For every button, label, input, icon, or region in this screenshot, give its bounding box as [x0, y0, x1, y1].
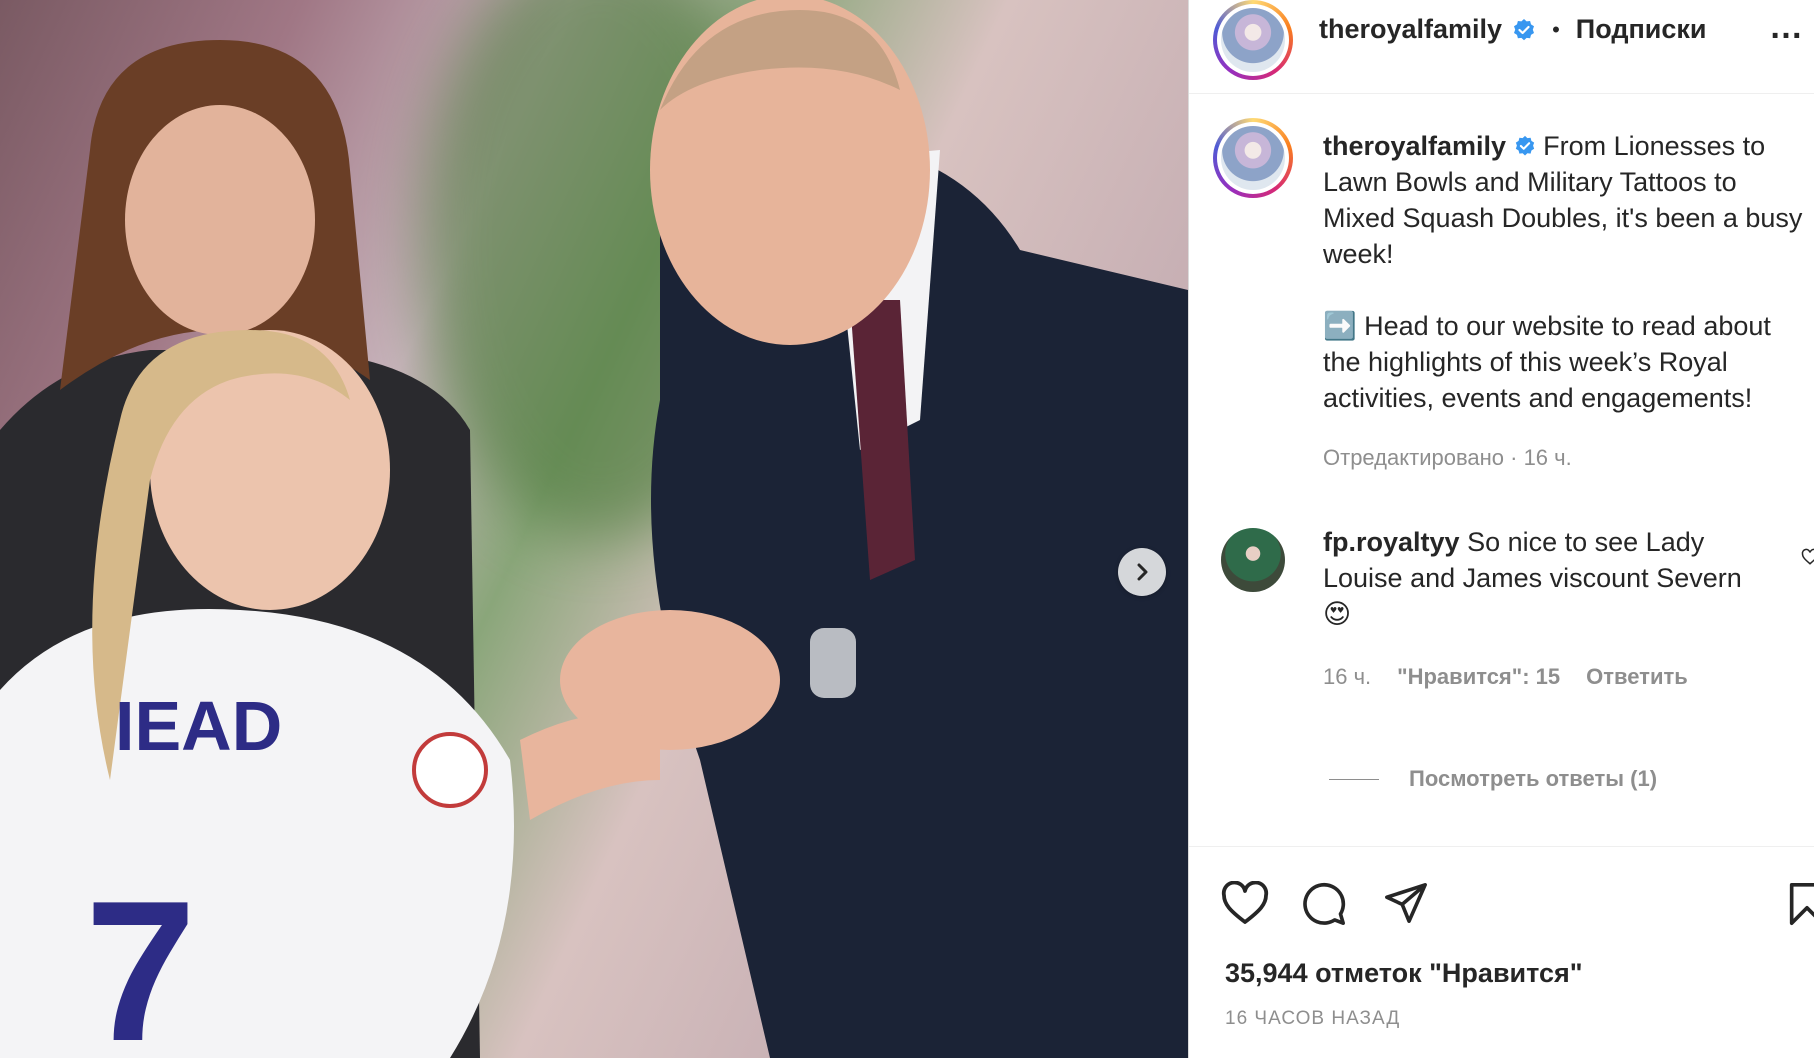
- comment-like-icon[interactable]: [1801, 548, 1814, 566]
- chevron-right-icon: [1137, 563, 1148, 581]
- share-icon[interactable]: [1383, 881, 1429, 925]
- comment-time: 16 ч.: [1323, 664, 1372, 689]
- post-time-ago: 16 ЧАСОВ НАЗАД: [1225, 1008, 1401, 1029]
- comment-reply-button[interactable]: Ответить: [1586, 664, 1688, 690]
- comment-username[interactable]: fp.royaltyy: [1323, 527, 1460, 557]
- caption-author-avatar[interactable]: [1213, 118, 1293, 198]
- comment-emoji: 😍: [1323, 599, 1352, 629]
- commenter-avatar[interactable]: [1221, 528, 1285, 592]
- post-photo[interactable]: 7 IEAD: [0, 0, 1188, 1058]
- replies-divider-line: [1329, 778, 1379, 780]
- post-side-panel: theroyalfamily • Подписки … theroyalfami…: [1188, 0, 1814, 1058]
- caption-edited-meta: Отредактировано · 16 ч.: [1323, 445, 1572, 470]
- view-replies-button[interactable]: Посмотреть ответы (1): [1329, 766, 1657, 792]
- comment-body: fp.royaltyy So nice to see Lady Louise a…: [1323, 524, 1783, 632]
- more-options-button[interactable]: …: [1769, 8, 1805, 47]
- post-caption: theroyalfamily From Lionesses to Lawn Bo…: [1323, 128, 1803, 476]
- comment-meta: 16 ч. "Нравится": 15 Ответить: [1323, 664, 1688, 690]
- verified-badge-icon: [1514, 18, 1535, 40]
- author-avatar[interactable]: [1213, 0, 1293, 80]
- heart-icon[interactable]: [1221, 881, 1269, 925]
- svg-text:IEAD: IEAD: [115, 687, 282, 765]
- bookmark-icon[interactable]: [1787, 881, 1814, 927]
- avatar-photo: [1221, 126, 1285, 190]
- photo-scene-illustration: 7 IEAD: [0, 0, 1188, 1058]
- likes-count[interactable]: 35,944 отметок "Нравится": [1225, 958, 1583, 989]
- header-line: theroyalfamily • Подписки: [1319, 14, 1707, 45]
- avatar-photo: [1221, 8, 1285, 72]
- following-button[interactable]: Подписки: [1576, 14, 1707, 45]
- caption-username[interactable]: theroyalfamily: [1323, 131, 1506, 161]
- comment-likes[interactable]: "Нравится": 15: [1397, 664, 1560, 690]
- next-photo-button[interactable]: [1118, 548, 1166, 596]
- verified-badge-icon: [1515, 135, 1534, 156]
- author-username[interactable]: theroyalfamily: [1319, 14, 1502, 45]
- header-dot-separator: •: [1552, 16, 1560, 42]
- comment-icon[interactable]: [1301, 881, 1347, 927]
- instagram-post-view: 7 IEAD theroyalfamily • Подписки … thero…: [0, 0, 1814, 1058]
- svg-text:7: 7: [85, 860, 196, 1058]
- caption-paragraph-2: ➡️ Head to our website to read about the…: [1323, 311, 1771, 413]
- post-header: theroyalfamily • Подписки …: [1189, 0, 1814, 94]
- view-replies-label: Посмотреть ответы (1): [1409, 766, 1658, 791]
